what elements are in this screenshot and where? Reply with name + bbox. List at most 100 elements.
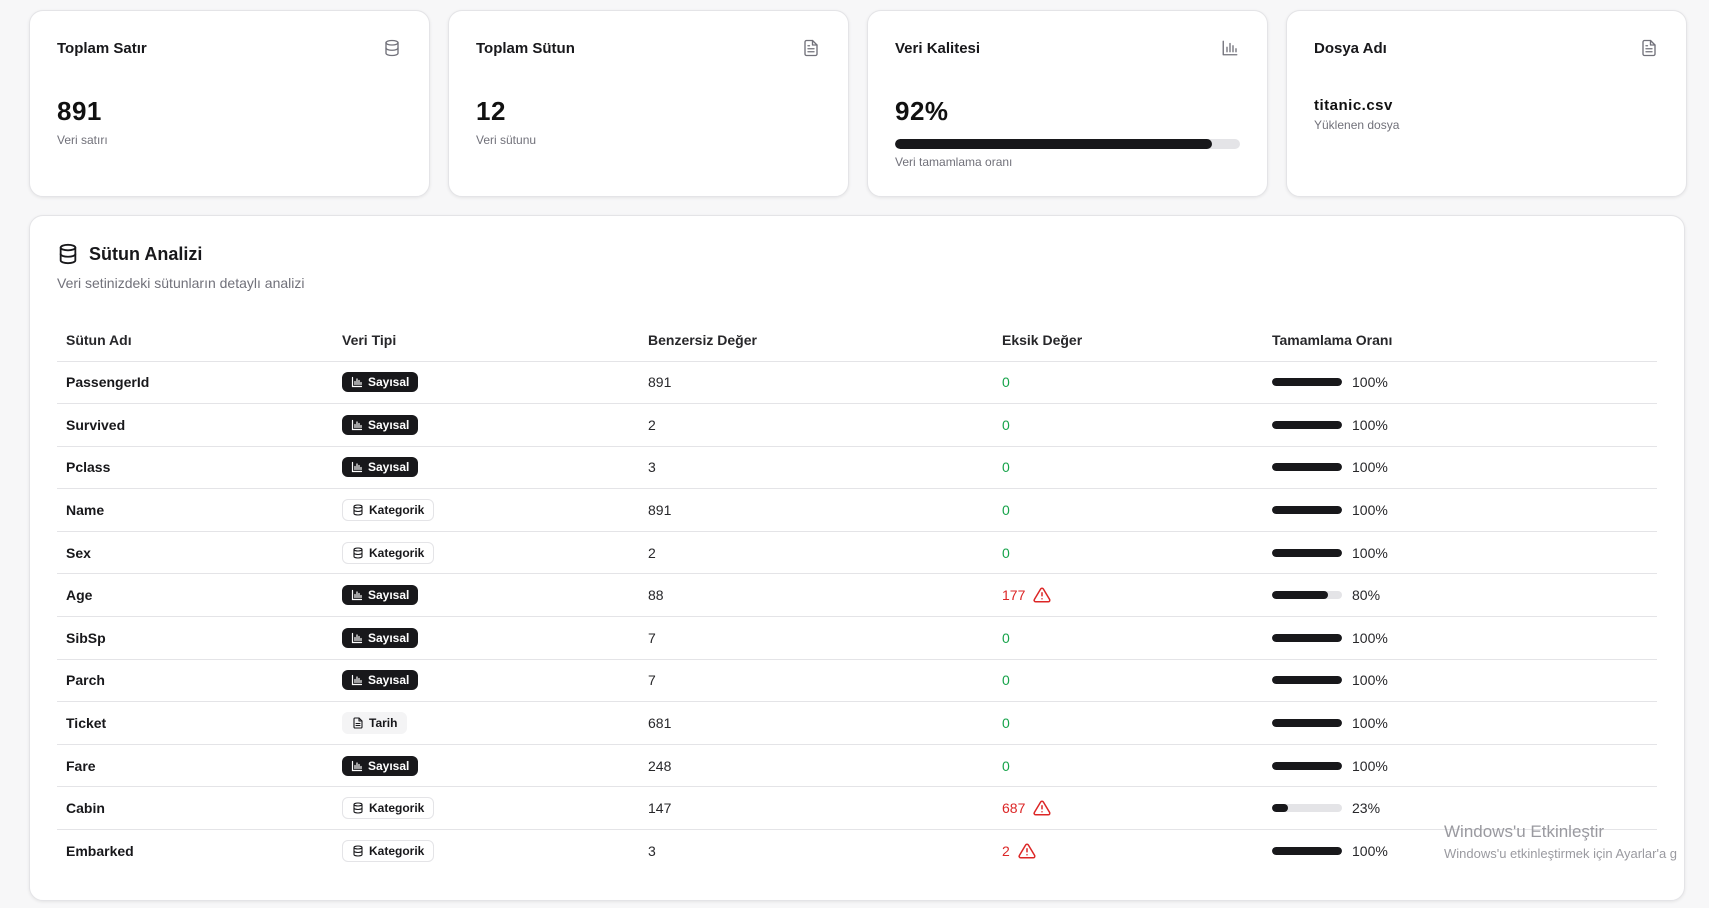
missing-count: 0 (1002, 416, 1010, 433)
type-badge-label: Sayısal (368, 460, 410, 475)
cell-data-type: Kategorik (333, 786, 639, 831)
cell-completion-rate: 100% (1263, 701, 1657, 745)
type-badge-label: Sayısal (368, 588, 410, 603)
missing-count: 0 (1002, 672, 1010, 689)
card-data-quality: Veri Kalitesi 92% Veri tamamlama oranı (867, 10, 1268, 197)
card-file-name: Dosya Adı titanic.csv Yüklenen dosya (1286, 10, 1687, 197)
quality-progress-fill (895, 139, 1213, 149)
completion-bar (1272, 633, 1342, 642)
missing-count: 0 (1002, 629, 1010, 646)
table-row: Sex Kategorik 2 0 100% (57, 531, 1657, 575)
type-badge: Kategorik (342, 499, 435, 522)
cell-unique-values: 2 (639, 403, 993, 447)
card-total-rows: Toplam Satır 891 Veri satırı (29, 10, 430, 197)
cell-column-name: Embarked (66, 843, 134, 860)
table-row: Fare Sayısal 248 0 100% (57, 744, 1657, 788)
completion-bar-fill (1272, 719, 1342, 728)
missing-value: 2 (1002, 842, 1036, 860)
cell-unique-values: 3 (648, 843, 656, 860)
type-badge: Sayısal (342, 457, 419, 478)
cell-unique-values: 891 (639, 361, 993, 405)
completion-percent: 100% (1352, 672, 1388, 689)
completion-percent: 100% (1352, 502, 1388, 519)
completion-bar-fill (1272, 761, 1342, 770)
table-row: Age Sayısal 88 177 80% (57, 573, 1657, 618)
completion-percent: 100% (1352, 416, 1388, 433)
completion-percent: 100% (1352, 374, 1388, 391)
completion-bar-fill (1272, 378, 1342, 387)
column-analysis-table: Sütun Adı Veri Tipi Benzersiz Değer Eksi… (57, 320, 1657, 872)
cell-unique-values: 891 (639, 488, 993, 532)
completion-bar-fill (1272, 463, 1342, 472)
cell-unique-values: 147 (639, 786, 993, 831)
completion-bar (1272, 591, 1342, 600)
cell-missing-values: 0 (993, 361, 1263, 405)
completion-bar (1272, 804, 1342, 813)
file-text-icon (804, 39, 818, 57)
cell-unique-values: 7 (639, 659, 993, 703)
type-badge-label: Sayısal (368, 758, 410, 773)
type-badge: Sayısal (342, 627, 419, 648)
completion-bar (1272, 719, 1342, 728)
completion-indicator: 100% (1272, 630, 1657, 646)
completion-percent: 23% (1352, 800, 1381, 817)
table-row: Parch Sayısal 7 0 100% (57, 659, 1657, 703)
cell-completion-rate: 100% (1263, 446, 1657, 490)
completion-indicator: 100% (1272, 374, 1657, 390)
missing-count: 0 (1002, 502, 1010, 519)
database-icon (353, 504, 363, 516)
completion-bar (1272, 548, 1342, 557)
missing-value: 177 (1002, 586, 1051, 604)
cell-completion-rate: 100% (1263, 744, 1657, 788)
completion-bar-fill (1272, 804, 1289, 813)
cell-data-type: Sayısal (333, 446, 639, 490)
missing-value: 0 (1002, 459, 1010, 475)
table-row: PassengerId Sayısal 891 0 100% (57, 361, 1657, 405)
database-icon (385, 39, 399, 57)
cell-completion-rate: 100% (1263, 531, 1657, 575)
completion-bar (1272, 420, 1342, 429)
completion-bar (1272, 378, 1342, 387)
missing-count: 687 (1002, 800, 1026, 817)
cell-unique-values: 681 (639, 701, 993, 745)
card-title: Dosya Adı (1314, 39, 1387, 57)
panel-title-text: Sütun Analizi (89, 243, 203, 264)
cell-missing-values: 0 (993, 446, 1263, 490)
completion-percent: 100% (1352, 715, 1388, 732)
cell-missing-values: 0 (993, 531, 1263, 575)
completion-percent: 100% (1352, 757, 1388, 774)
cell-data-type: Sayısal (333, 403, 639, 447)
type-badge: Sayısal (342, 755, 419, 776)
missing-value: 0 (1002, 545, 1010, 561)
cell-completion-rate: 80% (1263, 573, 1657, 618)
panel-description: Veri setinizdeki sütunların detaylı anal… (57, 275, 305, 291)
cell-missing-values: 2 (993, 830, 1263, 873)
cell-column-name: Name (57, 488, 333, 532)
missing-value: 0 (1002, 417, 1010, 433)
bar-chart-icon (351, 590, 363, 601)
type-badge-label: Kategorik (369, 545, 425, 560)
bar-chart-icon (351, 377, 363, 388)
type-badge-label: Kategorik (369, 503, 425, 518)
completion-indicator: 100% (1272, 672, 1657, 688)
table-row: Embarked Kategorik 3 2 100% (57, 830, 1657, 873)
header-unique-values: Benzersiz Değer (639, 320, 993, 362)
completion-indicator: 100% (1272, 758, 1657, 774)
completion-percent: 100% (1352, 459, 1388, 476)
table-header-row: Sütun Adı Veri Tipi Benzersiz Değer Eksi… (57, 320, 1657, 362)
type-badge: Tarih (342, 712, 408, 735)
database-icon (353, 845, 363, 857)
bar-chart-icon (351, 760, 363, 771)
warning-triangle-icon (1033, 587, 1051, 603)
database-icon (353, 547, 363, 559)
watermark-subtitle: Windows'u etkinleştirmek için Ayarlar'a … (1444, 846, 1678, 861)
type-badge-label: Tarih (369, 716, 398, 731)
cell-completion-rate: 100% (1263, 659, 1657, 703)
completion-percent: 80% (1352, 587, 1381, 604)
cell-data-type: Kategorik (333, 488, 639, 532)
completion-bar-fill (1272, 676, 1342, 685)
completion-bar-fill (1272, 548, 1342, 557)
completion-bar-fill (1272, 633, 1342, 642)
cell-column-name: PassengerId (57, 361, 333, 405)
card-value: 12 (476, 96, 506, 126)
